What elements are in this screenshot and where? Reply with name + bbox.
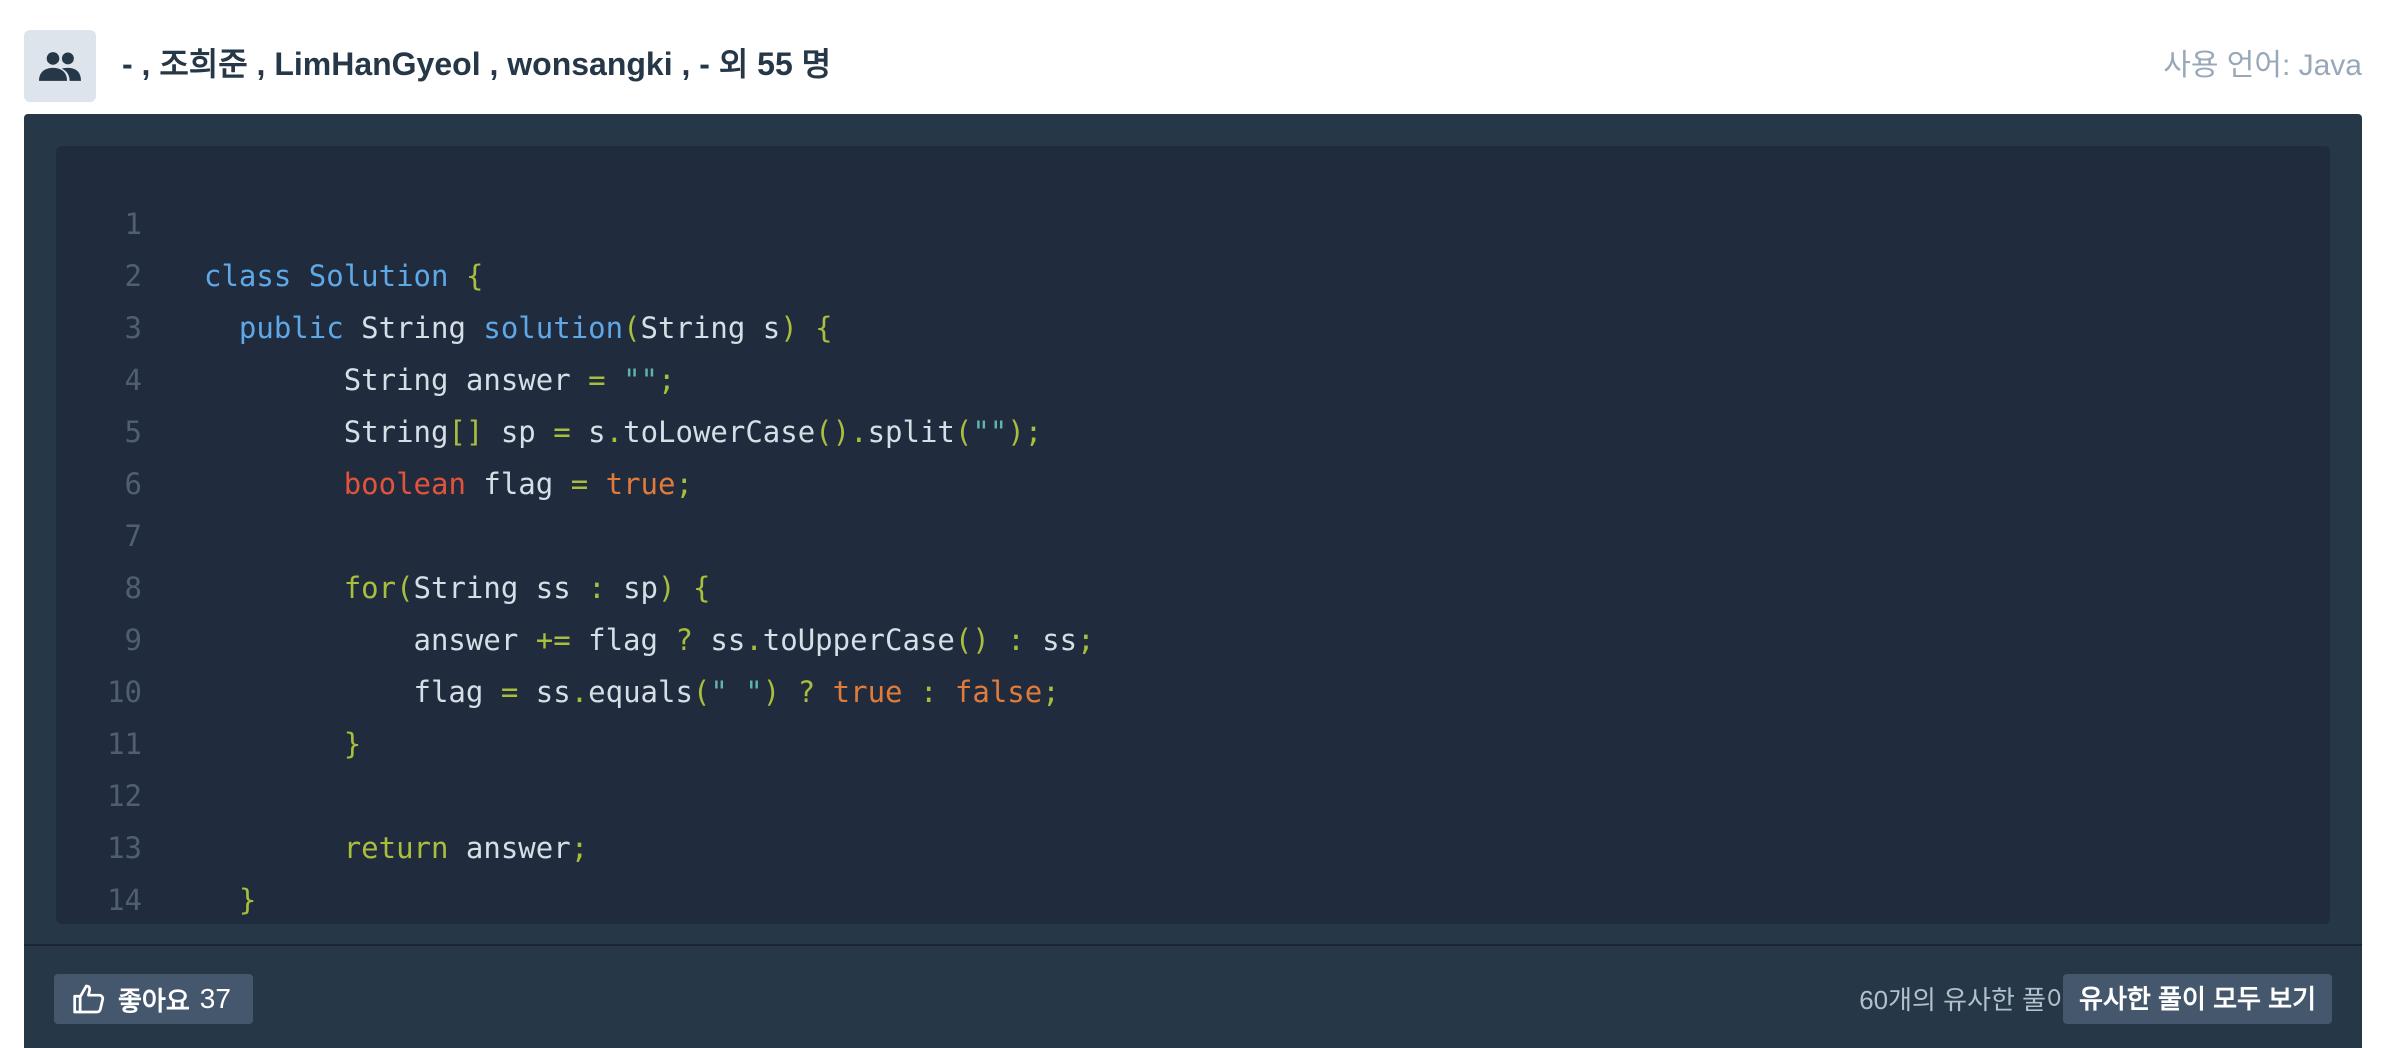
code-line: 10 } — [56, 614, 2330, 761]
like-button[interactable]: 좋아요 37 — [54, 974, 253, 1024]
code-line: 6 — [56, 406, 2330, 501]
solution-authors: - , 조희준 , LimHanGyeol , wonsangki , - 외 … — [122, 46, 832, 82]
code-viewer[interactable]: 1 class Solution { 2 public String solut… — [56, 146, 2330, 924]
code-line: 14 } — [56, 822, 2330, 917]
panel-divider — [24, 944, 2362, 946]
code-line: 12 return answer; — [56, 718, 2330, 865]
code-line: 15 — [56, 874, 2330, 924]
code-line: 2 public String solution(String s) { — [56, 198, 2330, 345]
code-line: 9 flag = ss.equals(" ") ? true : false; — [56, 562, 2330, 709]
code-line: 13 } — [56, 770, 2330, 917]
people-icon — [24, 30, 96, 102]
code-line: 1 class Solution { — [56, 146, 2330, 293]
code-line: 5 boolean flag = true; — [56, 354, 2330, 501]
thumbs-up-icon — [73, 984, 105, 1014]
solution-panel: 1 class Solution { 2 public String solut… — [24, 114, 2362, 1048]
code-line: 3 String answer = ""; — [56, 250, 2330, 397]
like-label: 좋아요 — [118, 985, 190, 1016]
view-similar-solutions-button[interactable]: 유사한 풀이 모두 보기 — [2063, 974, 2332, 1024]
like-count: 37 — [199, 983, 231, 1014]
code-line: 7 for(String ss : sp) { — [56, 458, 2330, 605]
similar-solutions-count: 60개의 유사한 풀이 — [1859, 985, 2070, 1015]
solution-header: - , 조희준 , LimHanGyeol , wonsangki , - 외 … — [0, 0, 2396, 114]
code-line: 11 — [56, 666, 2330, 761]
code-line: 8 answer += flag ? ss.toUpperCase() : ss… — [56, 510, 2330, 657]
language-label: 사용 언어: Java — [2163, 49, 2362, 82]
code-line: 4 String[] sp = s.toLowerCase().split(""… — [56, 302, 2330, 449]
